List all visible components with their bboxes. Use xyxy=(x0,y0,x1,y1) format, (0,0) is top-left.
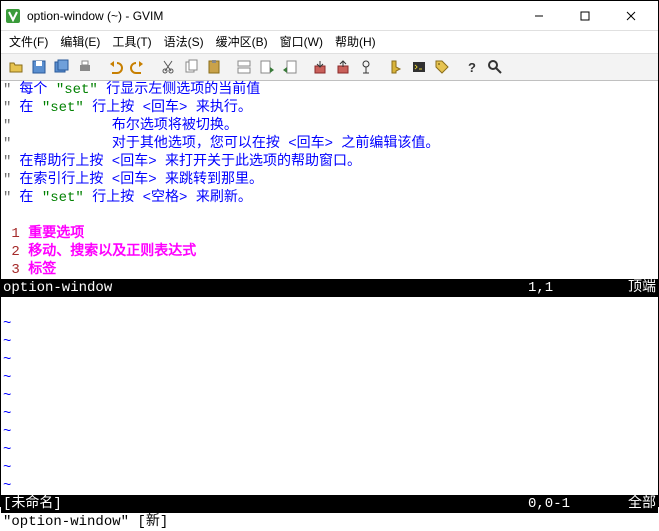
tilde-line: ~ xyxy=(1,423,658,441)
print-icon[interactable] xyxy=(74,56,96,78)
maximize-button[interactable] xyxy=(562,1,608,31)
tilde-line: ~ xyxy=(1,405,658,423)
tags-icon[interactable] xyxy=(431,56,453,78)
toolbar: ? xyxy=(1,54,658,81)
tilde-line: ~ xyxy=(1,477,658,495)
find-help-icon[interactable] xyxy=(484,56,506,78)
window-title: option-window (~) - GVIM xyxy=(27,9,516,23)
save-session-icon[interactable] xyxy=(332,56,354,78)
statusline-bottom: [未命名] 0,0-1 全部 xyxy=(1,495,658,513)
shell-icon[interactable] xyxy=(408,56,430,78)
find-prev-icon[interactable] xyxy=(279,56,301,78)
menu-buffers[interactable]: 缓冲区(B) xyxy=(216,33,268,50)
minimize-button[interactable] xyxy=(516,1,562,31)
close-button[interactable] xyxy=(608,1,654,31)
status-filename: [未命名] xyxy=(3,495,528,513)
menu-tools[interactable]: 工具(T) xyxy=(112,33,151,50)
status-pos: 1,1 xyxy=(528,279,628,297)
undo-icon[interactable] xyxy=(104,56,126,78)
status-percent: 顶端 xyxy=(628,279,656,297)
tilde-line: ~ xyxy=(1,351,658,369)
status-filename: option-window xyxy=(3,279,528,297)
app-icon xyxy=(5,8,21,24)
make-icon[interactable] xyxy=(385,56,407,78)
tilde-line: ~ xyxy=(1,315,658,333)
find-next-icon[interactable] xyxy=(256,56,278,78)
copy-icon[interactable] xyxy=(180,56,202,78)
tilde-line: ~ xyxy=(1,441,658,459)
help-icon[interactable]: ? xyxy=(461,56,483,78)
menu-help[interactable]: 帮助(H) xyxy=(335,33,376,50)
command-line[interactable]: "option-window" [新] xyxy=(1,513,658,531)
tilde-line: ~ xyxy=(1,459,658,477)
saveall-icon[interactable] xyxy=(51,56,73,78)
menu-edit[interactable]: 编辑(E) xyxy=(60,33,100,50)
redo-icon[interactable] xyxy=(127,56,149,78)
status-percent: 全部 xyxy=(628,495,656,513)
run-script-icon[interactable] xyxy=(355,56,377,78)
svg-text:?: ? xyxy=(468,60,476,75)
editor-bottom-pane[interactable]: ~ ~ ~ ~ ~ ~ ~ ~ ~ ~ xyxy=(1,297,658,495)
menu-file[interactable]: 文件(F) xyxy=(9,33,48,50)
save-icon[interactable] xyxy=(28,56,50,78)
editor-top-pane[interactable]: " 每个 "set" 行显示左侧选项的当前值 " 在 "set" 行上按 <回车… xyxy=(1,81,658,279)
statusline-top: option-window 1,1 顶端 xyxy=(1,279,658,297)
load-session-icon[interactable] xyxy=(309,56,331,78)
open-icon[interactable] xyxy=(5,56,27,78)
tilde-line: ~ xyxy=(1,333,658,351)
status-pos: 0,0-1 xyxy=(528,495,628,513)
tilde-line: ~ xyxy=(1,369,658,387)
menubar: 文件(F) 编辑(E) 工具(T) 语法(S) 缓冲区(B) 窗口(W) 帮助(… xyxy=(1,31,658,54)
titlebar: option-window (~) - GVIM xyxy=(1,1,658,31)
paste-icon[interactable] xyxy=(203,56,225,78)
replace-icon[interactable] xyxy=(233,56,255,78)
window-controls xyxy=(516,1,654,31)
menu-syntax[interactable]: 语法(S) xyxy=(164,33,204,50)
cut-icon[interactable] xyxy=(157,56,179,78)
tilde-line: ~ xyxy=(1,387,658,405)
menu-window[interactable]: 窗口(W) xyxy=(280,33,323,50)
